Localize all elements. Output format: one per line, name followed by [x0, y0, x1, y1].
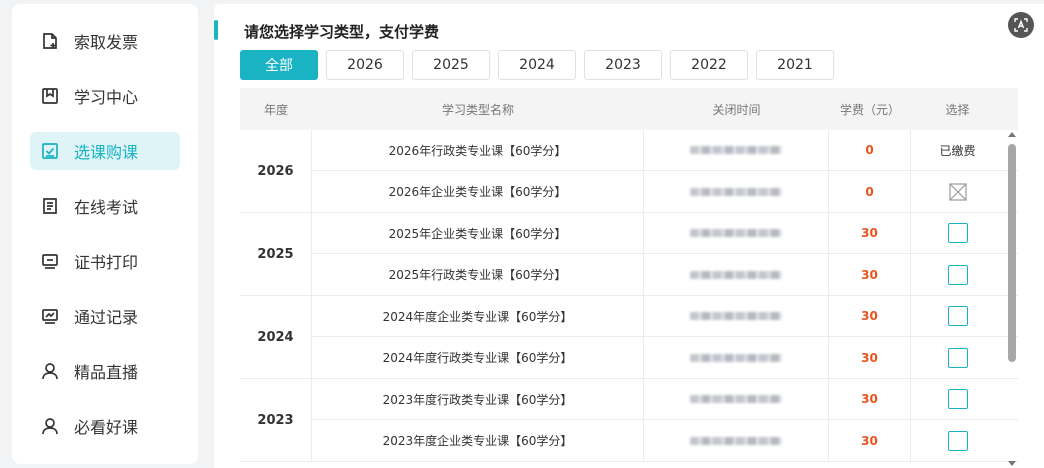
select-checkbox[interactable] — [947, 264, 968, 285]
table-row: 2023年度行政类专业课【60学分】 30 — [312, 379, 1018, 420]
scroll-thumb[interactable] — [1008, 144, 1016, 362]
course-fee: 0 — [865, 143, 874, 157]
sidebar-item-certificate-print[interactable]: 证书打印 — [30, 242, 180, 280]
title-accent-bar — [214, 20, 218, 40]
tab-2023[interactable]: 2023 — [584, 50, 662, 80]
sidebar-item-course-purchase[interactable]: 选课购课 — [30, 132, 180, 170]
table-row: 2025年行政类专业课【60学分】 30 — [312, 254, 1018, 295]
tab-2024[interactable]: 2024 — [498, 50, 576, 80]
sidebar-item-label: 索取发票 — [74, 33, 139, 52]
course-name: 2025年企业类专业课【60学分】 — [312, 213, 644, 253]
course-name: 2025年行政类专业课【60学分】 — [312, 254, 644, 295]
course-name: 2024年度行政类专业课【60学分】 — [312, 337, 644, 378]
sidebar-item-pass-records[interactable]: 通过记录 — [30, 297, 180, 335]
scroll-down-arrow-icon[interactable] — [1008, 461, 1016, 466]
select-checkbox[interactable] — [947, 306, 968, 326]
table-row: 2026年企业类专业课【60学分】 0 — [312, 171, 1018, 212]
sidebar-item-label: 必看好课 — [74, 418, 139, 437]
user-icon — [40, 361, 60, 381]
course-name: 2026年企业类专业课【60学分】 — [312, 171, 644, 212]
header-close-time: 关闭时间 — [712, 102, 761, 117]
select-checkbox[interactable] — [947, 389, 968, 409]
course-fee: 30 — [861, 267, 878, 282]
scroll-up-arrow-icon[interactable] — [1008, 132, 1016, 137]
sidebar-item-label: 证书打印 — [74, 253, 139, 272]
year-filter-tabs: 全部 2026 2025 2024 2023 2022 2021 — [240, 50, 842, 80]
group-year-label: 2023 — [240, 379, 312, 461]
year-group: 2023 2023年度行政类专业课【60学分】 30 2023年度企业类专业课【… — [240, 379, 1018, 462]
header-select: 选择 — [945, 102, 970, 117]
close-time-redacted — [644, 130, 829, 170]
table-body: 2026 2026年行政类专业课【60学分】 0 已缴费 2026年企业类专业课… — [240, 130, 1018, 462]
sidebar-item-label: 在线考试 — [74, 198, 139, 217]
sidebar-item-learning-center[interactable]: 学习中心 — [30, 77, 180, 115]
bookmark-icon — [40, 86, 60, 106]
tab-2022[interactable]: 2022 — [670, 50, 748, 80]
checkbox-icon — [40, 141, 60, 161]
table-row: 2026年行政类专业课【60学分】 0 已缴费 — [312, 130, 1018, 171]
tab-2021[interactable]: 2021 — [756, 50, 834, 80]
select-checkbox[interactable] — [947, 223, 968, 243]
group-year-label: 2026 — [240, 130, 312, 212]
table-row: 2024年度行政类专业课【60学分】 30 — [312, 337, 1018, 378]
sidebar-item-online-exam[interactable]: 在线考试 — [30, 187, 180, 225]
text-recognition-icon — [1014, 18, 1028, 32]
course-fee: 30 — [861, 309, 878, 323]
table-row: 2023年度企业类专业课【60学分】 30 — [312, 420, 1018, 461]
select-checkbox[interactable] — [947, 347, 968, 368]
table-scrollbar[interactable] — [1005, 130, 1019, 468]
course-fee: 0 — [865, 184, 874, 199]
table-header: 年度 学习类型名称 关闭时间 学费（元） 选择 — [240, 88, 1018, 130]
course-name: 2024年度企业类专业课【60学分】 — [312, 296, 644, 336]
close-time-redacted — [644, 213, 829, 253]
table-row: 2024年度企业类专业课【60学分】 30 — [312, 296, 1018, 337]
year-group: 2024 2024年度企业类专业课【60学分】 30 2024年度行政类专业课【… — [240, 296, 1018, 379]
tab-2026[interactable]: 2026 — [326, 50, 404, 80]
group-year-label: 2024 — [240, 296, 312, 378]
close-time-redacted — [644, 337, 829, 378]
table-row: 2025年企业类专业课【60学分】 30 — [312, 213, 1018, 254]
main-panel: 请您选择学习类型，支付学费 全部 2026 2025 2024 2023 202… — [214, 4, 1044, 468]
select-checkbox[interactable] — [947, 430, 968, 451]
header-fee: 学费（元） — [839, 102, 900, 117]
header-course-name: 学习类型名称 — [441, 102, 514, 117]
year-group: 2025 2025年企业类专业课【60学分】 30 2025年行政类专业课【60… — [240, 213, 1018, 296]
tab-2025[interactable]: 2025 — [412, 50, 490, 80]
monitor-icon — [40, 251, 60, 271]
sidebar-item-invoice[interactable]: 索取发票 — [30, 22, 180, 60]
chart-icon — [40, 306, 60, 326]
sidebar-item-recommended-courses[interactable]: 必看好课 — [30, 407, 180, 445]
sidebar-item-label: 通过记录 — [74, 308, 139, 327]
sidebar-item-label: 学习中心 — [74, 88, 139, 107]
sidebar-item-live-broadcast[interactable]: 精品直播 — [30, 352, 180, 390]
group-year-label: 2025 — [240, 213, 312, 295]
paid-status: 已缴费 — [939, 143, 976, 158]
close-time-redacted — [644, 296, 829, 336]
sidebar-item-label: 选课购课 — [74, 143, 139, 162]
course-name: 2023年度企业类专业课【60学分】 — [312, 420, 644, 461]
page-title: 请您选择学习类型，支付学费 — [244, 23, 440, 41]
course-fee: 30 — [861, 226, 878, 240]
close-time-redacted — [644, 379, 829, 419]
course-fee: 30 — [861, 392, 878, 406]
tab-all[interactable]: 全部 — [240, 50, 318, 80]
course-name: 2026年行政类专业课【60学分】 — [312, 130, 644, 170]
ocr-button[interactable] — [1008, 12, 1034, 38]
course-fee: 30 — [861, 433, 878, 448]
sidebar-item-label: 精品直播 — [74, 363, 139, 382]
sidebar: 索取发票 学习中心 选课购课 在线考试 证书打印 通过记录 精品直播 必看好课 — [12, 4, 198, 464]
course-fee: 30 — [861, 350, 878, 365]
course-table: 年度 学习类型名称 关闭时间 学费（元） 选择 2026 2026年行政类专业课… — [240, 88, 1018, 462]
close-time-redacted — [644, 420, 829, 461]
header-year: 年度 — [263, 102, 288, 117]
year-group: 2026 2026年行政类专业课【60学分】 0 已缴费 2026年企业类专业课… — [240, 130, 1018, 213]
disabled-checkbox-icon — [948, 182, 968, 202]
user-icon — [40, 416, 60, 436]
close-time-redacted — [644, 254, 829, 295]
invoice-icon — [40, 31, 60, 51]
close-time-redacted — [644, 171, 829, 212]
document-icon — [40, 196, 60, 216]
course-name: 2023年度行政类专业课【60学分】 — [312, 379, 644, 419]
